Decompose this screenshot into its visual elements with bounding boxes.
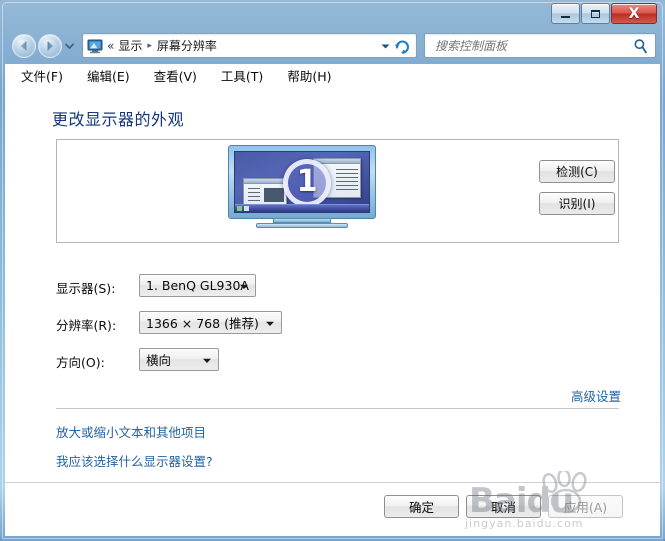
back-button[interactable] bbox=[12, 34, 36, 58]
monitor-number-badge: 1 bbox=[283, 159, 331, 207]
search-input[interactable] bbox=[433, 37, 623, 54]
cancel-button[interactable]: 取消 bbox=[466, 495, 541, 518]
page-title: 更改显示器的外观 bbox=[52, 110, 185, 129]
resolution-select[interactable]: 1366 × 768 (推荐) bbox=[139, 311, 282, 334]
address-bar[interactable]: « 显示 ▸ 屏幕分辨率 bbox=[82, 33, 417, 58]
resolution-select-value: 1366 × 768 (推荐) bbox=[146, 316, 259, 331]
text-scaling-link[interactable]: 放大或缩小文本和其他项目 bbox=[56, 422, 206, 441]
control-panel-window: X « 显示 ▸ 屏幕分辨率 搜索控制面板 文件(F) 编辑(E) 查看(V) … bbox=[0, 0, 665, 541]
nav-history-chevron-down-icon[interactable] bbox=[65, 42, 74, 50]
menu-item-view[interactable]: 查看(V) bbox=[152, 65, 199, 86]
forward-button[interactable] bbox=[38, 34, 62, 58]
navigation-bar: « 显示 ▸ 屏幕分辨率 bbox=[4, 30, 661, 62]
breadcrumb-item-screen-resolution[interactable]: 屏幕分辨率 bbox=[157, 37, 217, 54]
footer-bar: 确定 取消 应用(A) bbox=[5, 482, 660, 536]
monitor-number-label: 1 bbox=[296, 164, 318, 199]
title-bar: X bbox=[4, 2, 661, 28]
window-controls: X bbox=[550, 3, 657, 24]
monitor-preview-panel[interactable]: 1 检测(C) 识别(I) bbox=[56, 139, 619, 243]
search-box[interactable] bbox=[424, 33, 656, 58]
monitor-graphic[interactable]: 1 bbox=[228, 145, 376, 230]
apply-button: 应用(A) bbox=[548, 495, 623, 518]
back-arrow-icon bbox=[20, 41, 27, 51]
monitor-base bbox=[256, 223, 348, 228]
minimize-icon bbox=[561, 15, 570, 18]
advanced-settings-link[interactable]: 高级设置 bbox=[571, 386, 621, 405]
refresh-icon[interactable] bbox=[394, 38, 411, 55]
menu-bar: 文件(F) 编辑(E) 查看(V) 工具(T) 帮助(H) bbox=[5, 64, 660, 86]
orientation-select[interactable]: 横向 bbox=[139, 348, 219, 371]
breadcrumb-chevron-icon[interactable]: ▸ bbox=[147, 41, 152, 51]
display-select[interactable]: 1. BenQ GL930A bbox=[139, 274, 256, 297]
taskbar-icon bbox=[237, 206, 242, 211]
monitor-bezel: 1 bbox=[228, 145, 376, 219]
breadcrumb-item-display[interactable]: 显示 bbox=[118, 37, 142, 54]
minimize-button[interactable] bbox=[551, 3, 580, 24]
identify-button[interactable]: 识别(I) bbox=[539, 192, 615, 215]
display-icon bbox=[87, 38, 103, 54]
address-chevron-down-icon[interactable] bbox=[381, 43, 390, 50]
forward-arrow-icon bbox=[47, 41, 54, 51]
chevron-down-icon bbox=[240, 284, 248, 289]
detect-button[interactable]: 检测(C) bbox=[539, 160, 615, 183]
ok-button[interactable]: 确定 bbox=[384, 495, 459, 518]
menu-item-tools[interactable]: 工具(T) bbox=[219, 65, 265, 86]
orientation-label: 方向(O): bbox=[56, 355, 105, 370]
display-label: 显示器(S): bbox=[56, 281, 116, 296]
chevron-down-icon bbox=[266, 321, 274, 326]
close-button[interactable]: X bbox=[611, 3, 657, 24]
content-divider bbox=[56, 408, 619, 409]
preview-taskbar bbox=[235, 204, 369, 212]
display-select-value: 1. BenQ GL930A bbox=[146, 278, 249, 293]
close-icon: X bbox=[628, 5, 640, 22]
maximize-icon bbox=[591, 9, 600, 18]
taskbar-icon bbox=[244, 206, 249, 211]
orientation-select-value: 横向 bbox=[146, 353, 172, 368]
menu-item-file[interactable]: 文件(F) bbox=[19, 65, 65, 86]
menu-item-help[interactable]: 帮助(H) bbox=[285, 65, 333, 86]
search-icon[interactable] bbox=[633, 38, 648, 54]
content-area: 更改显示器的外观 1 检测(C) 识别(I) 显示器(S): 1. BenQ G… bbox=[5, 86, 660, 482]
monitor-screen: 1 bbox=[234, 151, 370, 213]
which-settings-help-link[interactable]: 我应该选择什么显示器设置? bbox=[56, 451, 213, 470]
maximize-button[interactable] bbox=[581, 3, 610, 24]
chevron-down-icon bbox=[203, 358, 211, 363]
resolution-label: 分辨率(R): bbox=[56, 318, 117, 333]
menu-item-edit[interactable]: 编辑(E) bbox=[85, 65, 132, 86]
breadcrumb-root[interactable]: « bbox=[107, 39, 114, 53]
preview-window-titlebar bbox=[244, 179, 286, 184]
